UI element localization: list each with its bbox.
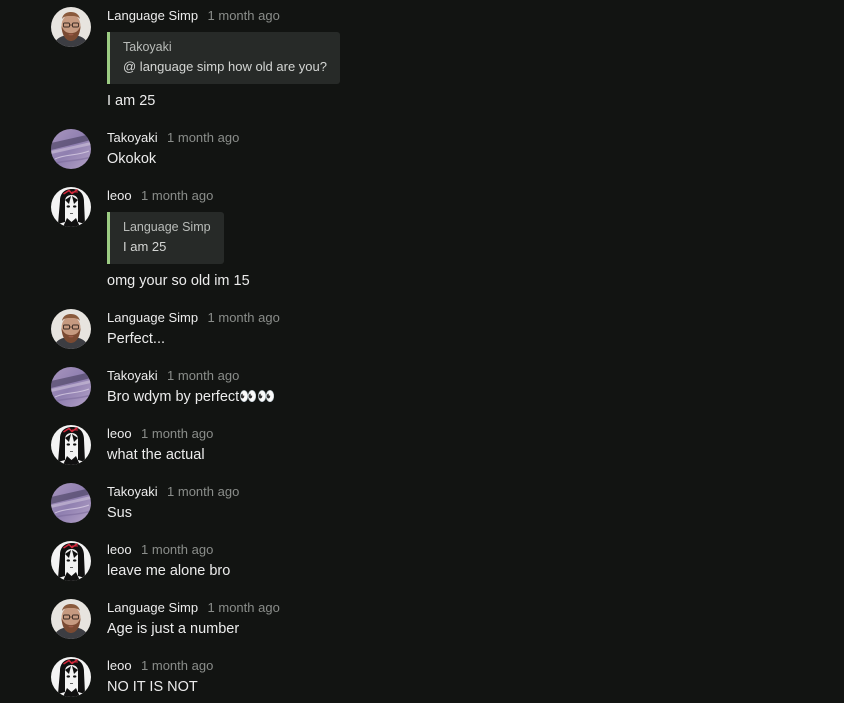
author-name[interactable]: leoo (107, 658, 132, 673)
comment-text: omg your so old im 15 (107, 273, 250, 289)
timestamp: 1 month ago (167, 484, 240, 499)
author-name[interactable]: Language Simp (107, 310, 198, 325)
avatar[interactable] (51, 483, 91, 523)
avatar[interactable] (51, 367, 91, 407)
comment-body: Takoyaki 1 month ago Sus (107, 483, 239, 523)
timestamp: 1 month ago (207, 600, 280, 615)
comment-text: Bro wdym by perfect👀👀 (107, 389, 276, 405)
avatar[interactable] (51, 7, 91, 47)
comment-body: leoo 1 month ago NO IT IS NOT (107, 657, 213, 697)
comment-text: Okokok (107, 151, 157, 167)
comment-meta: leoo 1 month ago (107, 657, 213, 675)
quoted-text: @ language simp how old are you? (123, 59, 327, 74)
comment-body: Language Simp 1 month ago Age is just a … (107, 599, 280, 639)
author-name[interactable]: Takoyaki (107, 484, 158, 499)
comment-meta: Takoyaki 1 month ago (107, 367, 275, 385)
comment-body: leoo 1 month ago what the actual (107, 425, 213, 465)
timestamp: 1 month ago (207, 310, 280, 325)
avatar[interactable] (51, 129, 91, 169)
author-name[interactable]: Takoyaki (107, 368, 158, 383)
comment-meta: leoo 1 month ago (107, 541, 230, 559)
author-name[interactable]: Takoyaki (107, 130, 158, 145)
avatar[interactable] (51, 541, 91, 581)
avatar[interactable] (51, 599, 91, 639)
comment-meta: leoo 1 month ago (107, 187, 250, 205)
timestamp: 1 month ago (141, 542, 214, 557)
comment-text: Perfect... (107, 331, 166, 347)
comment-text: leave me alone bro (107, 563, 231, 579)
comment-meta: Language Simp 1 month ago (107, 309, 280, 327)
comment-text: what the actual (107, 447, 205, 463)
comment-body: Takoyaki 1 month ago Bro wdym by perfect… (107, 367, 275, 407)
comment-text: I am 25 (107, 93, 156, 109)
author-name[interactable]: leoo (107, 426, 132, 441)
timestamp: 1 month ago (167, 368, 240, 383)
timestamp: 1 month ago (141, 426, 214, 441)
quoted-reply[interactable]: Takoyaki @ language simp how old are you… (107, 32, 340, 84)
comment-body: leoo 1 month ago leave me alone bro (107, 541, 230, 581)
author-name[interactable]: leoo (107, 188, 132, 203)
comment-body: Language Simp 1 month ago Perfect... (107, 309, 280, 349)
author-name[interactable]: leoo (107, 542, 132, 557)
comment-text: NO IT IS NOT (107, 679, 198, 695)
comment-meta: leoo 1 month ago (107, 425, 213, 443)
comment-meta: Takoyaki 1 month ago (107, 483, 239, 501)
avatar[interactable] (51, 309, 91, 349)
comment-meta: Takoyaki 1 month ago (107, 129, 239, 147)
timestamp: 1 month ago (141, 188, 214, 203)
quoted-reply[interactable]: Language Simp I am 25 (107, 212, 224, 264)
timestamp: 1 month ago (167, 130, 240, 145)
comment-body: Takoyaki 1 month ago Okokok (107, 129, 239, 169)
timestamp: 1 month ago (207, 8, 280, 23)
author-name[interactable]: Language Simp (107, 600, 198, 615)
avatar[interactable] (51, 187, 91, 227)
comment-body: leoo 1 month ago Language Simp I am 25 o… (107, 187, 250, 291)
timestamp: 1 month ago (141, 658, 214, 673)
comment-meta: Language Simp 1 month ago (107, 599, 280, 617)
avatar[interactable] (51, 425, 91, 465)
quoted-author: Takoyaki (123, 40, 172, 54)
comment-meta: Language Simp 1 month ago (107, 7, 340, 25)
comment-text: Age is just a number (107, 621, 240, 637)
quoted-text: I am 25 (123, 239, 167, 254)
avatar[interactable] (51, 657, 91, 697)
quoted-author: Language Simp (123, 220, 211, 234)
comment-text: Sus (107, 505, 132, 521)
comment-feed: Language Simp 1 month ago Takoyaki @ lan… (0, 0, 844, 703)
comment-body: Language Simp 1 month ago Takoyaki @ lan… (107, 7, 340, 111)
author-name[interactable]: Language Simp (107, 8, 198, 23)
